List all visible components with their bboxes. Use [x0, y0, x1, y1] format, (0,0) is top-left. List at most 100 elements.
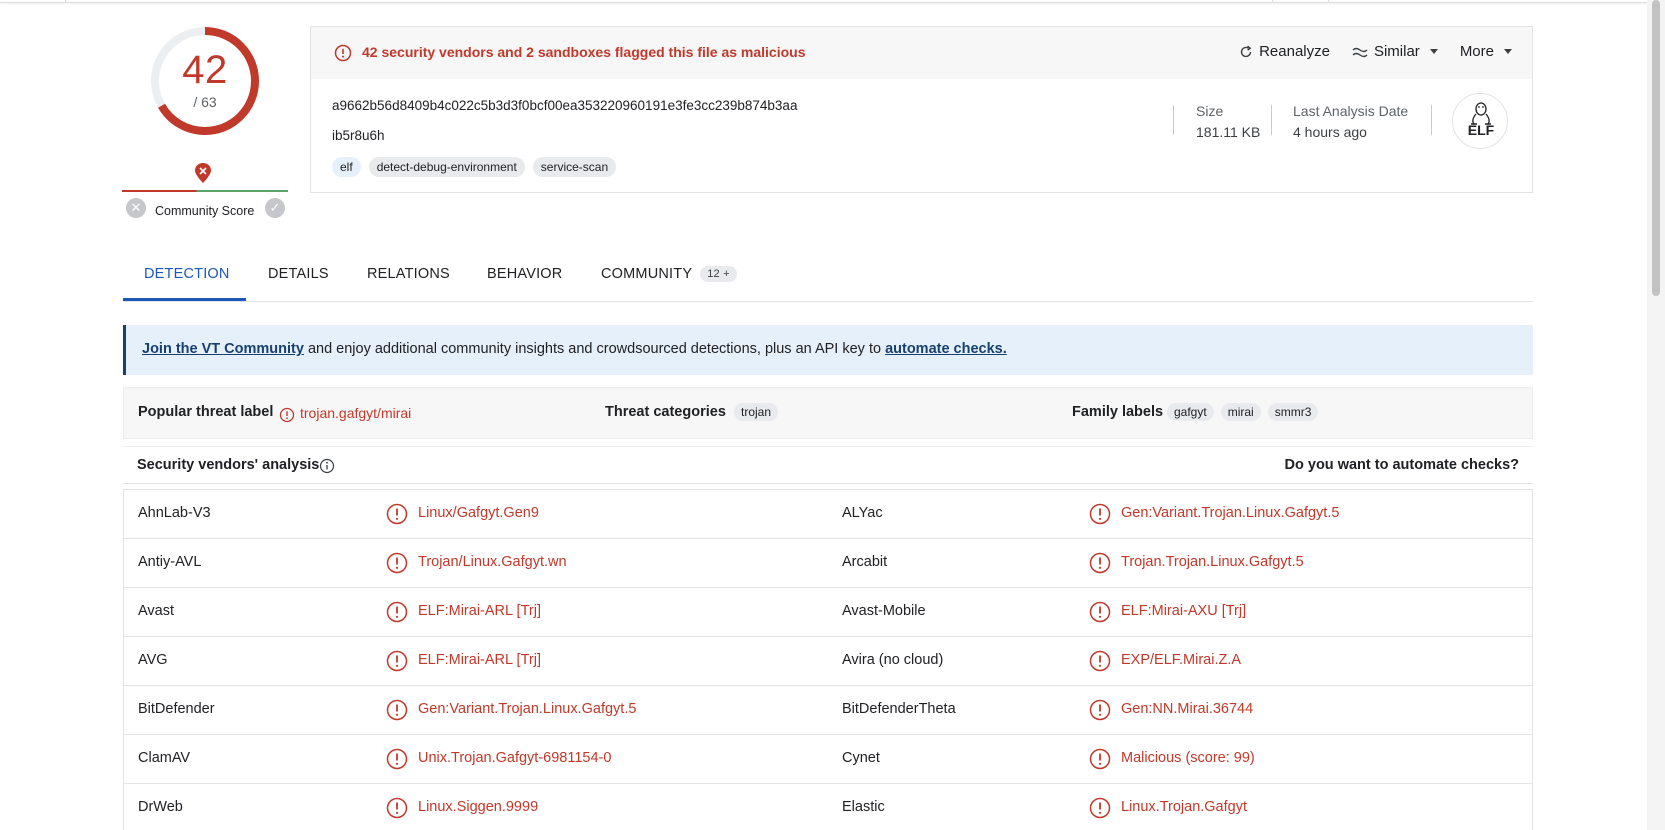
- detection-count: 42: [182, 48, 228, 92]
- vendor-result[interactable]: EXP/ELF.Mirai.Z.A: [1121, 652, 1241, 668]
- vendor-result[interactable]: Malicious (score: 99): [1121, 750, 1255, 766]
- header-actions: Reanalyze Similar More: [1239, 43, 1512, 60]
- vendor-result[interactable]: Gen:NN.Mirai.36744: [1121, 701, 1253, 717]
- vendor-result[interactable]: Trojan.Trojan.Linux.Gafgyt.5: [1121, 554, 1304, 570]
- divider: [1173, 105, 1174, 135]
- vendor-name: Avast-Mobile: [842, 603, 926, 619]
- threat-summary: Popular threat label trojan.gafgyt/mirai…: [123, 387, 1533, 439]
- table-row: AhnLab-V3 Linux/Gafgyt.Gen9 ALYac Gen:Varia…: [124, 490, 1532, 539]
- report-tabs: DETECTION DETAILS RELATIONS BEHAVIOR COM…: [123, 258, 1533, 302]
- detection-total: / 63: [193, 94, 217, 110]
- file-tag[interactable]: detect-debug-environment: [368, 157, 525, 177]
- threat-category-pill[interactable]: trojan: [734, 403, 779, 421]
- family-label-pill[interactable]: mirai: [1220, 403, 1261, 421]
- vendor-name: Arcabit: [842, 554, 888, 570]
- top-header-edge: [0, 0, 1647, 3]
- info-icon[interactable]: [319, 458, 335, 474]
- automate-checks-prompt[interactable]: Do you want to automate checks?: [1285, 457, 1519, 473]
- malicious-alert-icon: [1089, 748, 1111, 770]
- file-type-text: ELF: [1467, 122, 1495, 138]
- malicious-alert-icon: [1089, 797, 1111, 819]
- tab-details[interactable]: DETAILS: [268, 266, 329, 282]
- vendor-name: BitDefender: [138, 701, 215, 717]
- similar-icon: [1352, 47, 1368, 57]
- scrollbar[interactable]: [1647, 0, 1665, 830]
- popular-threat-label-value[interactable]: trojan.gafgyt/mirai: [300, 405, 411, 421]
- malicious-alert-icon: [1089, 650, 1111, 672]
- reanalyze-button[interactable]: Reanalyze: [1239, 43, 1330, 60]
- more-dropdown[interactable]: More: [1460, 43, 1512, 60]
- vendor-results-table: AhnLab-V3 Linux/Gafgyt.Gen9 ALYac Gen:Varia…: [123, 489, 1533, 830]
- chevron-down-icon: [1429, 49, 1438, 54]
- vendor-result[interactable]: Linux/Gafgyt.Gen9: [418, 505, 539, 521]
- vote-harmless-icon[interactable]: ✓: [265, 198, 285, 218]
- vendors-title: Security vendors' analysis: [137, 457, 320, 473]
- malicious-alert-icon: [386, 699, 408, 721]
- file-hash[interactable]: a9662b56d8409b4c022c5b3d3f0bcf00ea353220…: [332, 98, 797, 113]
- card-header: 42 security vendors and 2 sandboxes flag…: [311, 27, 1532, 79]
- vendor-result[interactable]: ELF:Mirai-ARL [Trj]: [418, 652, 541, 668]
- divider: [1271, 105, 1272, 135]
- vendor-name: Elastic: [842, 799, 885, 815]
- file-name: ib5r8u6h: [332, 128, 385, 143]
- malicious-alert-icon: [386, 601, 408, 623]
- reanalyze-label: Reanalyze: [1259, 43, 1330, 60]
- last-analysis-value: 4 hours ago: [1293, 124, 1367, 140]
- vendor-result[interactable]: Linux.Trojan.Gafgyt: [1121, 799, 1247, 815]
- vendor-result[interactable]: Gen:Variant.Trojan.Linux.Gafgyt.5: [418, 701, 636, 717]
- popular-threat-label-title: Popular threat label: [138, 404, 274, 420]
- vote-malicious-icon[interactable]: ✕: [126, 198, 146, 218]
- tab-behavior[interactable]: BEHAVIOR: [487, 266, 562, 282]
- file-tag[interactable]: elf: [332, 157, 361, 177]
- family-label-pill[interactable]: gafgyt: [1167, 403, 1214, 421]
- vendor-name: ALYac: [842, 505, 883, 521]
- family-label-pill[interactable]: smmr3: [1267, 403, 1319, 421]
- malicious-alert-icon: [386, 503, 408, 525]
- last-analysis-label: Last Analysis Date: [1293, 103, 1409, 119]
- table-row: AVG ELF:Mirai-ARL [Trj] Avira (no cloud) EX…: [124, 637, 1532, 686]
- active-tab-indicator: [123, 298, 246, 301]
- refresh-icon: [1240, 45, 1252, 57]
- vendors-header: Security vendors' analysis Do you want t…: [123, 446, 1533, 484]
- file-tag[interactable]: service-scan: [532, 157, 617, 177]
- malicious-alert-icon: [386, 748, 408, 770]
- community-count-badge: 12 +: [700, 266, 737, 283]
- detection-score-ring: 42 / 63: [148, 24, 262, 138]
- scrollbar-thumb[interactable]: [1652, 0, 1660, 296]
- join-community-link[interactable]: Join the VT Community: [142, 341, 304, 357]
- table-row: Antiy-AVL Trojan/Linux.Gafgyt.wn Arcabit Tr…: [124, 539, 1532, 588]
- automate-checks-link[interactable]: automate checks.: [885, 341, 1007, 357]
- vendor-result[interactable]: Linux.Siggen.9999: [418, 799, 538, 815]
- vendor-result[interactable]: Gen:Variant.Trojan.Linux.Gafgyt.5: [1121, 505, 1339, 521]
- more-label: More: [1459, 43, 1494, 60]
- community-banner: Join the VT Community and enjoy addition…: [123, 325, 1533, 375]
- tab-community-label: COMMUNITY: [601, 266, 693, 282]
- alert-circle-icon: [334, 44, 352, 62]
- family-labels: gafgyt mirai smmr3: [1167, 403, 1319, 421]
- malicious-alert-icon: [1089, 601, 1111, 623]
- similar-dropdown[interactable]: Similar: [1352, 43, 1438, 60]
- size-label: Size: [1196, 103, 1224, 119]
- vendor-result[interactable]: ELF:Mirai-ARL [Trj]: [418, 603, 541, 619]
- malicious-alert-icon: [1089, 503, 1111, 525]
- virustotal-file-report: 42 / 63 ✕ Community Score ✓ 42 security …: [0, 0, 1665, 830]
- vendor-name: DrWeb: [138, 799, 183, 815]
- tab-detection[interactable]: DETECTION: [144, 266, 230, 282]
- threat-categories-title: Threat categories: [605, 404, 726, 420]
- vendor-result[interactable]: ELF:Mirai-AXU [Trj]: [1121, 603, 1246, 619]
- family-labels-title: Family labels: [1072, 404, 1164, 420]
- tab-relations[interactable]: RELATIONS: [367, 266, 450, 282]
- map-pin-malicious-icon: [195, 163, 211, 183]
- table-row: Avast ELF:Mirai-ARL [Trj] Avast-Mobile ELF:…: [124, 588, 1532, 637]
- malicious-alert-icon: [1089, 552, 1111, 574]
- file-type-badge: ELF: [1452, 93, 1508, 149]
- vendor-result[interactable]: Trojan/Linux.Gafgyt.wn: [418, 554, 567, 570]
- vendor-name: AVG: [138, 652, 168, 668]
- alert-circle-icon: [279, 407, 295, 423]
- divider: [1431, 105, 1432, 135]
- banner-text: Join the VT Community and enjoy addition…: [142, 341, 1007, 357]
- tab-community[interactable]: COMMUNITY 12 +: [601, 266, 737, 283]
- malicious-alert-icon: [386, 797, 408, 819]
- community-score-bar: [122, 190, 288, 192]
- vendor-result[interactable]: Unix.Trojan.Gafgyt-6981154-0: [418, 750, 611, 766]
